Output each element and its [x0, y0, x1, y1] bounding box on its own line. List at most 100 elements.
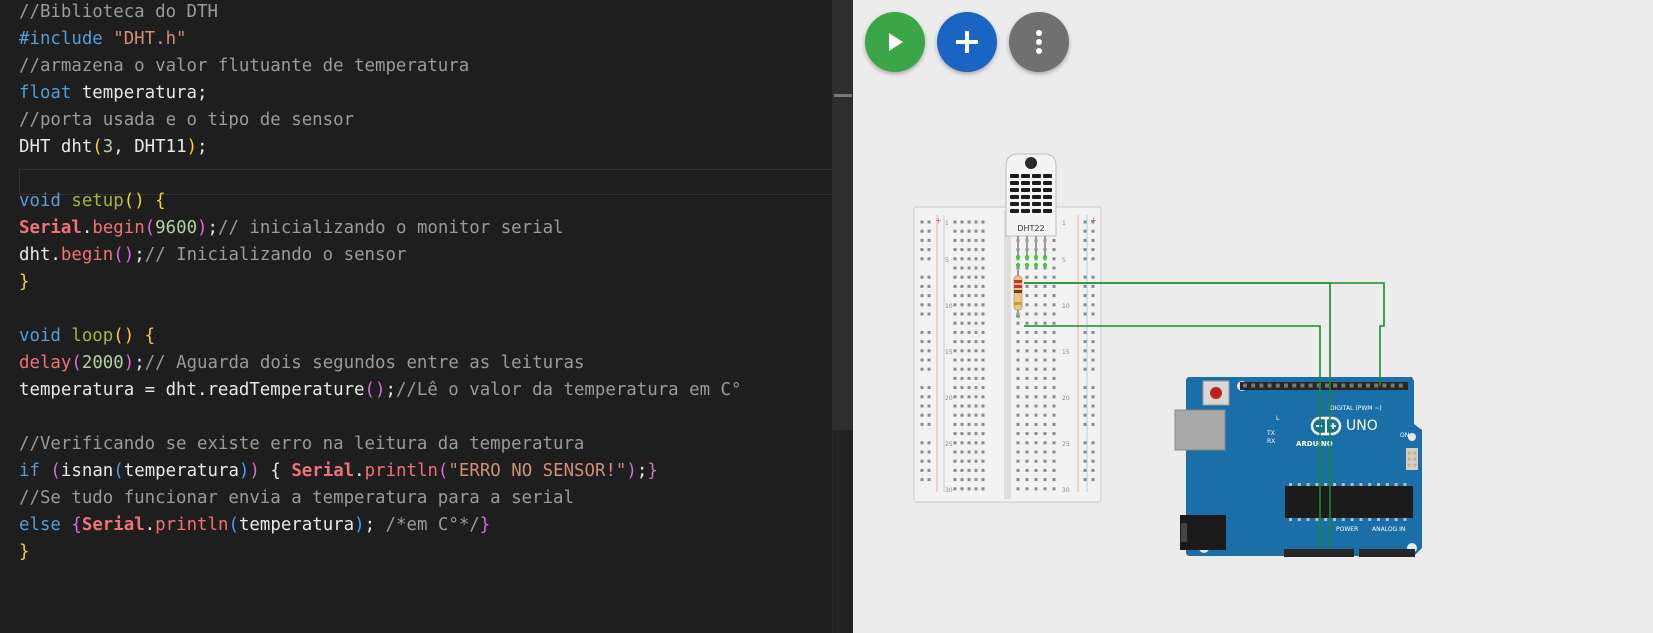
code-line: //Biblioteca do DTH [19, 0, 218, 26]
code-token: ; [134, 353, 145, 373]
code-token: ) [123, 353, 135, 373]
code-token: ; [636, 461, 648, 481]
row-number: 10 [945, 303, 953, 310]
code-token: ) [249, 461, 260, 481]
row-number: 30 [1062, 487, 1070, 494]
row-number: 20 [1062, 395, 1070, 402]
board-analog-label: ANALOG IN [1372, 526, 1405, 533]
board-model: UNO [1346, 418, 1378, 434]
code-token: } [19, 542, 30, 562]
code-token: ( [50, 461, 61, 481]
editor-scrollbar[interactable] [832, 0, 853, 633]
code-token: println [155, 515, 229, 535]
scrollbar-marker [834, 94, 852, 97]
arduino-uno-board[interactable]: UNO ARDUINO ON L TX RX DIGITAL (PWM ~) P… [1174, 377, 1422, 557]
code-line: } [19, 268, 29, 296]
code-token: ( [71, 353, 82, 373]
code-token: () [364, 380, 386, 400]
code-line: if (isnan(temperatura)) { Serial.println… [19, 457, 658, 485]
code-token: . [81, 218, 93, 238]
code-token: ( [144, 218, 156, 238]
code-token: Serial [81, 515, 145, 535]
board-rx-label: RX [1267, 438, 1275, 445]
code-token: ) [354, 515, 365, 535]
code-token: // Inicializando o sensor [144, 245, 407, 265]
code-token: } [19, 272, 30, 292]
code-token: ; [207, 218, 219, 238]
code-line: else {Serial.println(temperatura); /*em … [19, 511, 490, 539]
simulation-canvas[interactable]: + + 115510101515202025253030 DHT22 [853, 0, 1653, 633]
code-token: temperatura [238, 515, 355, 535]
code-token: "DHT.h" [113, 29, 187, 49]
code-token: ; [197, 137, 208, 157]
circuit-diagram: + + 115510101515202025253030 DHT22 [913, 153, 1422, 557]
code-token: isnan [60, 461, 114, 481]
code-token: () [113, 245, 135, 265]
row-number: 5 [1062, 257, 1066, 264]
code-token: ; [134, 245, 145, 265]
breadboard[interactable]: + + 115510101515202025253030 [913, 206, 1102, 503]
row-number: 30 [945, 487, 953, 494]
board-digital-label: DIGITAL (PWM ~) [1330, 405, 1382, 412]
code-token: void [19, 191, 72, 211]
sensor-label: DHT22 [1017, 224, 1044, 233]
row-number: 15 [945, 349, 953, 356]
row-number: 20 [945, 395, 953, 402]
code-token: //porta usada e o tipo de sensor [19, 110, 355, 130]
row-number: 5 [945, 257, 949, 264]
code-token: //Biblioteca do DTH [19, 2, 218, 22]
code-token: } [479, 515, 491, 535]
code-token: { [259, 461, 292, 481]
code-line: dht.begin();// Inicializando o sensor [19, 241, 406, 269]
code-line: //armazena o valor flutuante de temperat… [19, 52, 469, 80]
code-token: temperatura [123, 461, 239, 481]
code-line: DHT dht(3, DHT11); [19, 133, 208, 161]
code-line: //Se tudo funcionar envia a temperatura … [19, 484, 574, 512]
code-line: void loop() { [19, 322, 155, 350]
code-token: delay [19, 353, 72, 373]
code-token: ( [437, 461, 449, 481]
code-token: println [364, 461, 438, 481]
code-token: temperatura = dht.readTemperature [19, 380, 365, 400]
code-token: 9600 [155, 218, 198, 238]
code-token: setup [71, 191, 124, 211]
code-token: temperatura; [81, 83, 208, 103]
row-number: 25 [1062, 441, 1070, 448]
code-token: //Se tudo funcionar envia a temperatura … [19, 488, 574, 508]
code-line: void setup() { [19, 187, 166, 215]
code-token: ; [385, 380, 396, 400]
code-token: float [19, 83, 82, 103]
code-line: float temperatura; [19, 79, 207, 107]
code-editor[interactable]: //Biblioteca do DTH #include "DHT.h" //arm… [0, 0, 832, 633]
code-token: // inicializando o monitor serial [218, 218, 564, 238]
code-token: if [19, 461, 51, 481]
code-line: } [19, 538, 29, 566]
code-token: begin [60, 245, 114, 265]
board-on-label: ON [1400, 432, 1409, 439]
code-token: 2000 [81, 353, 124, 373]
board-brand: ARDUINO [1296, 440, 1333, 448]
code-token: ( [113, 461, 124, 481]
board-power-label: POWER [1336, 526, 1358, 533]
code-token: () { [123, 191, 166, 211]
code-line: temperatura = dht.readTemperature();//Lê… [19, 376, 741, 404]
code-token: Serial [19, 218, 82, 238]
scrollbar-thumb[interactable] [833, 0, 853, 430]
code-token: ( [228, 515, 239, 535]
code-token: //Lê o valor da temperatura em C° [395, 380, 742, 400]
code-token: ) [197, 218, 208, 238]
code-token: ) [238, 461, 250, 481]
code-token: ( [92, 137, 103, 157]
code-token: 3 [102, 137, 114, 157]
code-line: #include "DHT.h" [19, 25, 187, 53]
row-number: 1 [1062, 220, 1066, 227]
rail-plus-label: + [935, 216, 942, 225]
code-token: . [144, 515, 156, 535]
code-token: //armazena o valor flutuante de temperat… [19, 56, 470, 76]
code-token: ) [626, 461, 637, 481]
board-tx-label: TX [1266, 430, 1275, 437]
code-token: ) [186, 137, 198, 157]
row-number: 25 [945, 441, 953, 448]
code-token: begin [92, 218, 145, 238]
code-token: { [71, 515, 82, 535]
